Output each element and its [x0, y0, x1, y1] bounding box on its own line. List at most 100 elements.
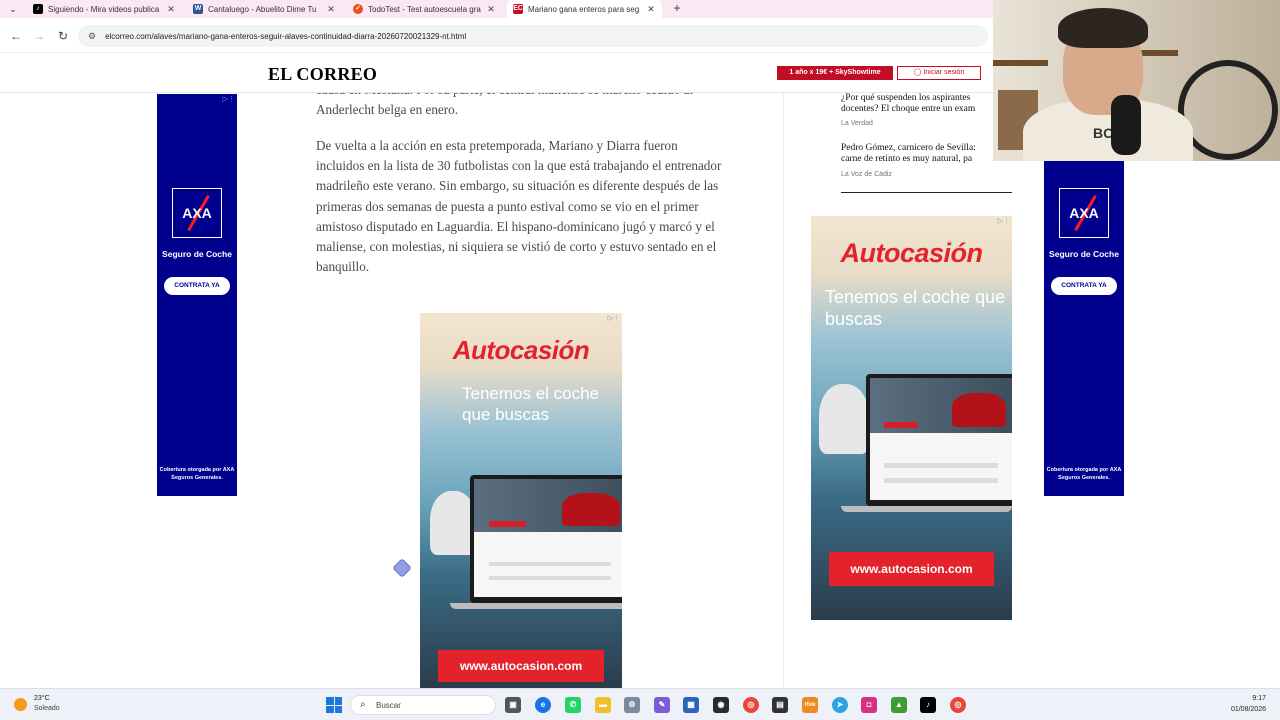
axa-ad-footer: Cobertura otorgada por AXA Seguros Gener… — [159, 467, 235, 481]
user-icon: ◯ — [913, 69, 924, 76]
clock-time[interactable]: 9:17 — [1252, 695, 1266, 702]
related-title-line: carne de retinto es muy natural, pa — [841, 154, 973, 164]
tiktok-icon[interactable]: ♪ — [920, 697, 936, 713]
related-item-title[interactable]: ¿Por qué suspenden los aspirantes docent… — [841, 93, 1001, 115]
forward-arrow-icon[interactable]: → — [31, 28, 47, 44]
axa-logo: AXA — [172, 188, 222, 238]
site-logo-overlay[interactable]: EL CORREO — [268, 64, 377, 85]
mouse-cursor-icon — [392, 558, 412, 578]
autocasion-logo: Autocasión — [840, 238, 983, 268]
login-label: Iniciar sesión — [923, 69, 965, 76]
elcorreo-icon: EC — [513, 4, 523, 14]
tab-label: TodoTest - Test autoescuela gra — [368, 4, 481, 14]
task-view-icon[interactable]: ▣ — [505, 697, 521, 713]
media-icon[interactable]: ▤ — [772, 697, 788, 713]
related-title-line: docentes? El choque entre un exam — [841, 104, 976, 114]
laptop-screen — [870, 378, 1012, 500]
instagram-icon[interactable]: ◘ — [861, 697, 877, 713]
article-paragraph: De vuelta a la acción en esta pretempora… — [316, 138, 722, 275]
axa-ad-left[interactable]: ▷⋮ AXA Seguro de Coche CONTRATA YA Cober… — [157, 94, 237, 496]
tab-label: Mariano gana enteros para seg — [528, 4, 640, 14]
related-title-line: Pedro Gómez, carnicero de Sevilla: — [841, 143, 976, 153]
tab-word[interactable]: W Cantaluego - Abuelito Dime Tu ✕ — [187, 0, 342, 18]
autocasion-tagline: Tenemos el coche que buscas — [462, 384, 600, 424]
axa-logo: AXA — [1059, 188, 1109, 238]
url-text: elcorreo.com/alaves/mariano-gana-enteros… — [105, 31, 467, 41]
screen: ⌄ ♪ Siguiendo - Mira videos publica ✕ W … — [0, 0, 1280, 720]
tab-tiktok[interactable]: ♪ Siguiendo - Mira videos publica ✕ — [27, 0, 182, 18]
new-tab-button[interactable]: + — [670, 0, 684, 18]
autocasion-logo: Autocasión — [452, 335, 590, 365]
tab-elcorreo[interactable]: EC Mariano gana enteros para seg ✕ — [507, 0, 662, 18]
back-arrow-icon[interactable]: ← — [8, 28, 24, 44]
autocasion-tagline: Tenemos el coche que buscas — [825, 287, 1006, 329]
tab-label: Siguiendo - Mira videos publica — [48, 4, 160, 14]
subscribe-button-overlay[interactable]: 1 año x 19€ + SkyShowtime — [777, 66, 893, 80]
autocasion-url-button[interactable]: www.autocasion.com — [829, 552, 994, 586]
laptop-base — [450, 603, 622, 609]
chrome-active-icon[interactable]: ◎ — [950, 697, 966, 713]
close-icon[interactable]: ✕ — [166, 4, 176, 15]
xbox-icon[interactable]: ◉ — [713, 697, 729, 713]
notes-icon[interactable]: ✎ — [654, 697, 670, 713]
screen-button — [884, 421, 919, 428]
folder-icon[interactable]: ▬ — [595, 697, 611, 713]
autocasion-url-button[interactable]: www.autocasion.com — [438, 650, 604, 682]
telegram-icon[interactable]: ➤ — [832, 697, 848, 713]
shelf — [993, 60, 1048, 66]
screen-row — [489, 575, 611, 581]
column-divider — [783, 93, 784, 688]
reload-icon[interactable]: ↻ — [55, 28, 71, 44]
autocasion-ad-inline[interactable]: ▷⋮ Autocasión Tenemos el coche que busca… — [420, 313, 622, 688]
tab-todotest[interactable]: ✓ TodoTest - Test autoescuela gra ✕ — [347, 0, 502, 18]
store-icon[interactable]: ▦ — [683, 697, 699, 713]
tab-search-dropdown-icon[interactable]: ⌄ — [4, 2, 22, 16]
related-item-source: La Verdad — [841, 120, 873, 127]
red-car-image — [952, 392, 1007, 427]
close-icon[interactable]: ✕ — [326, 4, 336, 15]
axa-cta-button[interactable]: CONTRATA YA — [1051, 277, 1117, 295]
bike-wheel — [1178, 60, 1278, 160]
axa-cta-button[interactable]: CONTRATA YA — [164, 277, 230, 295]
weather-temperature[interactable]: 23°C — [34, 695, 50, 702]
clock-date[interactable]: 01/08/2026 — [1231, 706, 1266, 713]
game-icon[interactable]: ▲ — [891, 697, 907, 713]
sun-icon[interactable] — [14, 698, 27, 711]
edge-icon[interactable]: e — [535, 697, 551, 713]
laptop-image — [866, 374, 1012, 506]
related-divider — [841, 192, 1012, 193]
related-title-line: ¿Por qué suspenden los aspirantes — [841, 93, 971, 103]
related-item-source: La Voz de Cádiz — [841, 171, 892, 178]
car-image — [819, 384, 869, 454]
login-button-overlay[interactable]: ◯ Iniciar sesión — [897, 66, 981, 80]
laptop-base — [841, 506, 1012, 512]
webcam-overlay: BOST — [993, 0, 1280, 161]
chrome-icon[interactable]: ◎ — [743, 697, 759, 713]
axa-ad-footer: Cobertura otorgada por AXA Seguros Gener… — [1046, 467, 1122, 481]
microphone — [1111, 95, 1141, 155]
adchoices-icon[interactable]: ▷⋮ — [223, 95, 235, 103]
search-placeholder: Buscar — [376, 701, 401, 710]
red-car-image — [562, 493, 620, 527]
taskbar-search[interactable]: ⌕ Buscar — [350, 695, 496, 715]
axa-brand-text: AXA — [182, 205, 212, 221]
settings-icon[interactable]: ⚙ — [624, 697, 640, 713]
close-icon[interactable]: ✕ — [486, 4, 496, 15]
adchoices-icon[interactable]: ▷⋮ — [998, 217, 1010, 225]
autocasion-ad-sidebar[interactable]: ▷⋮ Autocasión Tenemos el coche que busca… — [811, 216, 1012, 620]
windows-start-icon[interactable] — [326, 697, 342, 713]
rtve-icon[interactable]: rtve — [802, 697, 818, 713]
axa-ad-title: Seguro de Coche — [1049, 249, 1119, 259]
url-field[interactable]: ⚙ elcorreo.com/alaves/mariano-gana-enter… — [78, 25, 988, 47]
search-icon: ⌕ — [360, 699, 366, 710]
site-info-icon[interactable]: ⚙ — [88, 31, 96, 42]
weather-description[interactable]: Soleado — [34, 705, 60, 712]
screen-row — [489, 561, 611, 567]
person-hair — [1058, 8, 1148, 48]
related-item-title[interactable]: Pedro Gómez, carnicero de Sevilla: carne… — [841, 143, 1001, 165]
close-icon[interactable]: ✕ — [646, 4, 656, 15]
adchoices-icon[interactable]: ▷⋮ — [608, 314, 620, 322]
axa-ad-title: Seguro de Coche — [162, 249, 232, 259]
whatsapp-icon[interactable]: ✆ — [565, 697, 581, 713]
laptop-image — [470, 475, 622, 603]
